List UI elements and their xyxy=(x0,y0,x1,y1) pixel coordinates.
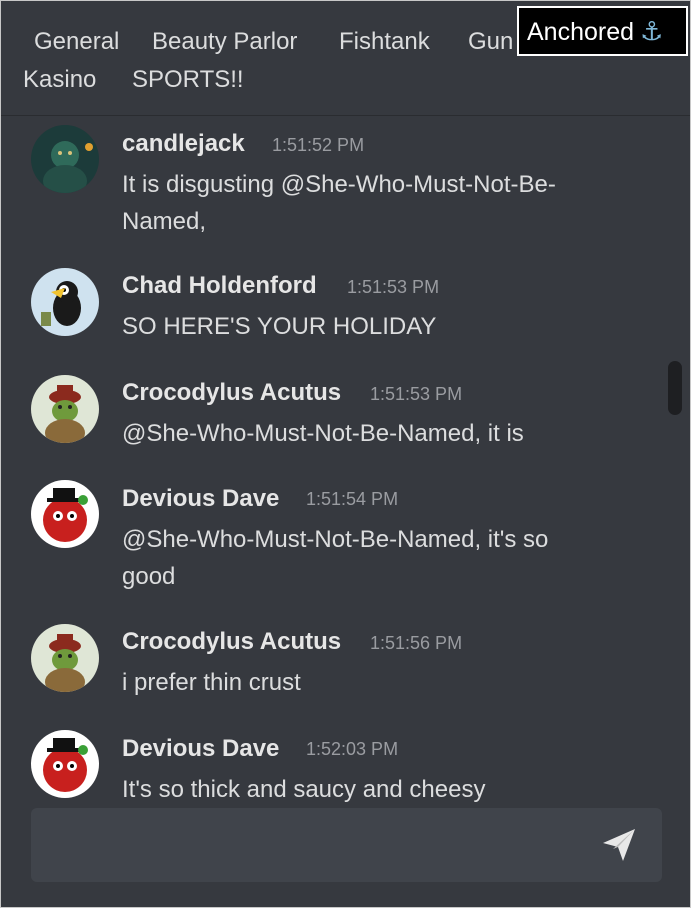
tab-beauty-parlor[interactable]: Beauty Parlor xyxy=(152,28,297,56)
message-text: It is disgusting @She-Who-Must-Not-Be-Na… xyxy=(122,171,556,235)
message-text: @She-Who-Must-Not-Be-Named, it is xyxy=(122,420,524,447)
send-icon[interactable] xyxy=(599,825,639,865)
dave-avatar[interactable] xyxy=(31,480,99,548)
tab-general[interactable]: General xyxy=(34,28,119,56)
tab-fishtank[interactable]: Fishtank xyxy=(339,28,430,56)
message-timestamp: 1:51:53 PM xyxy=(347,277,440,297)
tab-kasino[interactable]: Kasino xyxy=(23,66,96,94)
chad-avatar[interactable] xyxy=(31,268,99,336)
message-author[interactable]: Chad Holdenford xyxy=(122,272,317,300)
anchored-label: Anchored xyxy=(527,18,635,46)
message-timestamp: 1:52:03 PM xyxy=(306,739,399,759)
tab-sports[interactable]: SPORTS!! xyxy=(132,66,244,94)
message-timestamp: 1:51:54 PM xyxy=(306,489,399,509)
crocodile-avatar[interactable] xyxy=(31,624,99,692)
message-timestamp: 1:51:52 PM xyxy=(272,135,365,155)
message-input[interactable] xyxy=(31,808,662,882)
dave-avatar[interactable] xyxy=(31,730,99,798)
message-text: @She-Who-Must-Not-Be-Named, it's so good xyxy=(122,526,549,590)
scrollbar-thumb[interactable] xyxy=(668,361,682,415)
message-text: SO HERE'S YOUR HOLIDAY xyxy=(122,313,437,340)
message-timestamp: 1:51:56 PM xyxy=(370,633,463,653)
message-author[interactable]: Devious Dave xyxy=(122,735,279,763)
crocodile-avatar[interactable] xyxy=(31,375,99,443)
message-timestamp: 1:51:53 PM xyxy=(370,384,463,404)
channel-tabs: General Beauty Parlor Fishtank Gun Kasin… xyxy=(1,1,690,116)
chat-window: General Beauty Parlor Fishtank Gun Kasin… xyxy=(0,0,691,908)
tab-gun[interactable]: Gun xyxy=(468,28,513,56)
message-author[interactable]: Crocodylus Acutus xyxy=(122,628,341,656)
message-text: It's so thick and saucy and cheesy xyxy=(122,776,486,803)
anchored-toggle[interactable]: Anchored ⚓ xyxy=(517,6,688,56)
message-author[interactable]: Crocodylus Acutus xyxy=(122,379,341,407)
message-author[interactable]: candlejack xyxy=(122,130,245,158)
anchor-icon: ⚓ xyxy=(640,16,664,46)
candlejack-avatar[interactable] xyxy=(31,125,99,193)
message-list: candlejack 1:51:52 PM It is disgusting @… xyxy=(1,116,690,806)
message-author[interactable]: Devious Dave xyxy=(122,485,279,513)
message-text: i prefer thin crust xyxy=(122,669,301,696)
